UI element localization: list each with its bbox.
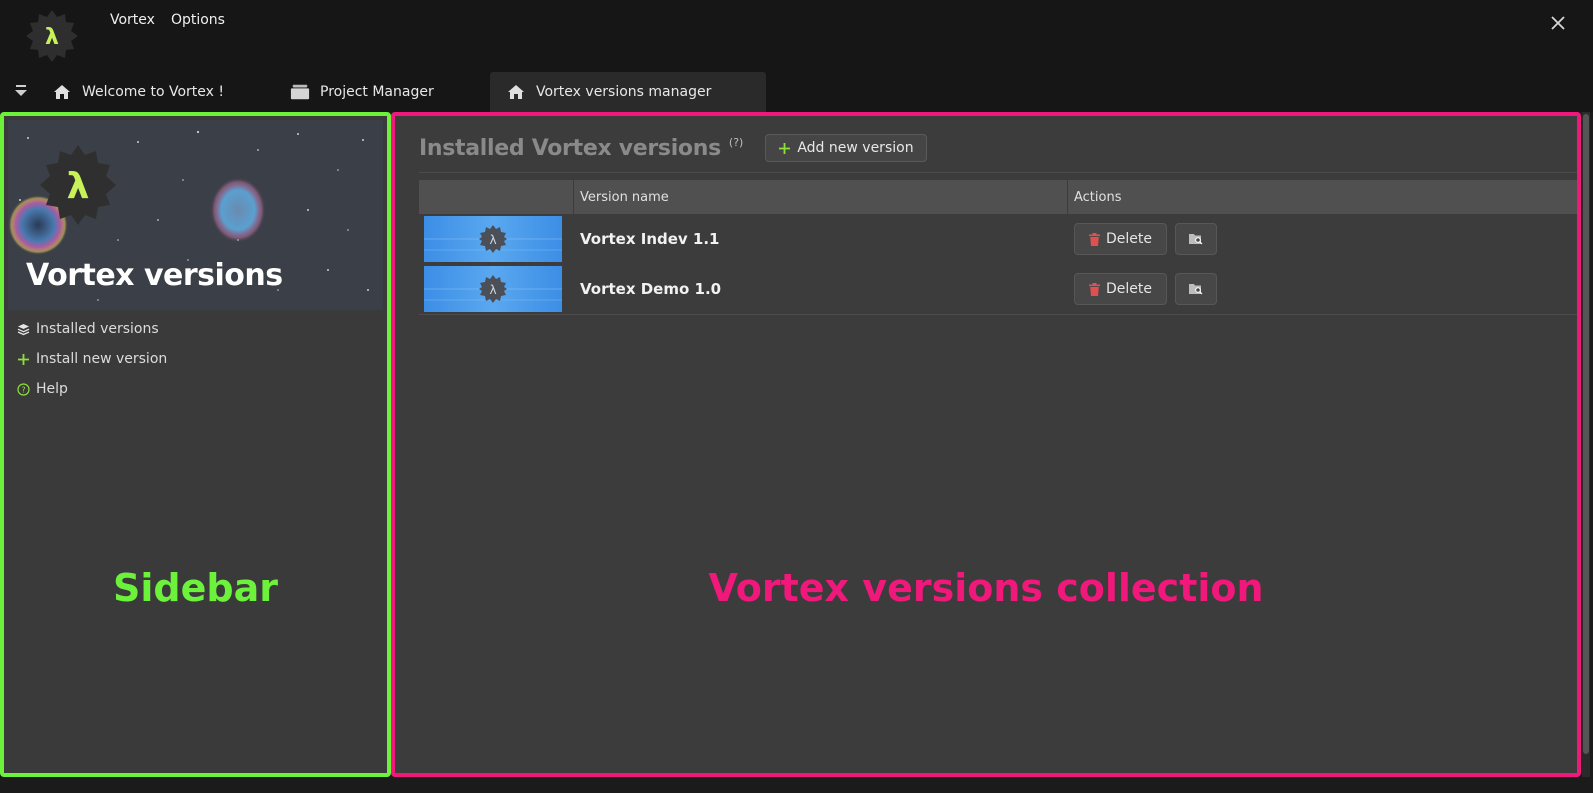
table-row: λ Vortex Indev 1.1 Delete [419, 214, 1577, 264]
table-row: λ Vortex Demo 1.0 Delete [419, 264, 1577, 314]
trash-icon [1089, 282, 1100, 296]
version-name: Vortex Demo 1.0 [580, 280, 722, 298]
delete-label: Delete [1106, 281, 1152, 297]
collection-annotation-label: Vortex versions collection [708, 566, 1264, 610]
column-header-thumbnail [419, 180, 574, 214]
page-title: Installed Vortex versions [419, 135, 721, 161]
close-icon [1551, 16, 1565, 30]
menu-vortex[interactable]: Vortex [110, 12, 155, 28]
sidebar-menu: Installed versions Install new version ?… [16, 314, 167, 404]
sidebar-item-installed-versions[interactable]: Installed versions [16, 314, 167, 344]
add-button-label: Add new version [797, 140, 914, 156]
sidebar-item-label: Installed versions [36, 321, 159, 337]
actions-cell: Delete [1068, 223, 1577, 255]
help-tooltip-icon[interactable]: (?) [729, 136, 743, 149]
trash-icon [1089, 232, 1100, 246]
thumbnail-cell: λ [419, 214, 574, 264]
folder-search-icon [1189, 284, 1203, 295]
svg-text:λ: λ [67, 166, 90, 207]
folder-search-icon [1189, 234, 1203, 245]
actions-cell: Delete [1068, 273, 1577, 305]
open-folder-button[interactable] [1175, 223, 1217, 255]
tab-label: Welcome to Vortex ! [82, 84, 225, 100]
menu-bar: Vortex Options [110, 12, 225, 28]
tab-bar: Welcome to Vortex ! Project Manager Vort… [0, 72, 1593, 112]
home-icon [52, 83, 72, 101]
sidebar-item-install-new-version[interactable]: Install new version [16, 344, 167, 374]
svg-text:λ: λ [45, 25, 59, 50]
tab-welcome[interactable]: Welcome to Vortex ! [36, 72, 240, 112]
sidebar-item-help[interactable]: ? Help [16, 374, 167, 404]
divider [419, 172, 1577, 173]
sidebar-annotation-label: Sidebar [113, 566, 278, 610]
tab-project-manager[interactable]: Project Manager [274, 72, 450, 112]
open-folder-button[interactable] [1175, 273, 1217, 305]
delete-label: Delete [1106, 231, 1152, 247]
menu-options[interactable]: Options [171, 12, 225, 28]
svg-text:λ: λ [489, 283, 496, 297]
sidebar-banner: λ Vortex versions [8, 120, 383, 310]
tab-versions-manager[interactable]: Vortex versions manager [490, 72, 766, 112]
chevron-down-icon [15, 85, 27, 96]
table-header: Version name Actions [419, 180, 1577, 214]
home-icon [506, 83, 526, 101]
version-thumbnail: λ [424, 216, 562, 262]
sidebar: λ Vortex versions Installed versions Ins… [0, 112, 391, 777]
svg-text:?: ? [21, 385, 25, 394]
sidebar-banner-title: Vortex versions [26, 258, 283, 293]
svg-text:λ: λ [489, 233, 496, 247]
plus-icon [779, 142, 791, 154]
plus-icon [16, 352, 30, 366]
scrollbar[interactable] [1582, 112, 1590, 777]
panel-header: Installed Vortex versions (?) Add new ve… [419, 134, 927, 162]
scrollbar-thumb[interactable] [1583, 114, 1589, 754]
add-new-version-button[interactable]: Add new version [765, 134, 927, 162]
version-thumbnail: λ [424, 266, 562, 312]
tab-dropdown-button[interactable] [12, 82, 30, 100]
tab-label: Project Manager [320, 84, 434, 100]
app-logo-icon: λ [24, 8, 80, 64]
title-bar: λ Vortex Options [0, 0, 1593, 72]
thumbnail-cell: λ [419, 264, 574, 314]
version-name: Vortex Indev 1.1 [580, 230, 720, 248]
layers-icon [16, 322, 30, 336]
tab-label: Vortex versions manager [536, 84, 712, 100]
stack-icon [290, 83, 310, 101]
versions-collection-panel: Installed Vortex versions (?) Add new ve… [391, 112, 1581, 777]
column-header-version-name: Version name [574, 180, 1068, 214]
column-header-actions: Actions [1068, 180, 1577, 214]
delete-button[interactable]: Delete [1074, 273, 1167, 305]
sidebar-item-label: Install new version [36, 351, 168, 367]
help-circle-icon: ? [16, 382, 30, 396]
delete-button[interactable]: Delete [1074, 223, 1167, 255]
close-button[interactable] [1545, 10, 1571, 36]
sidebar-item-label: Help [36, 381, 68, 397]
versions-table: Version name Actions λ Vortex Indev 1.1 [419, 180, 1577, 315]
divider [419, 314, 1577, 315]
